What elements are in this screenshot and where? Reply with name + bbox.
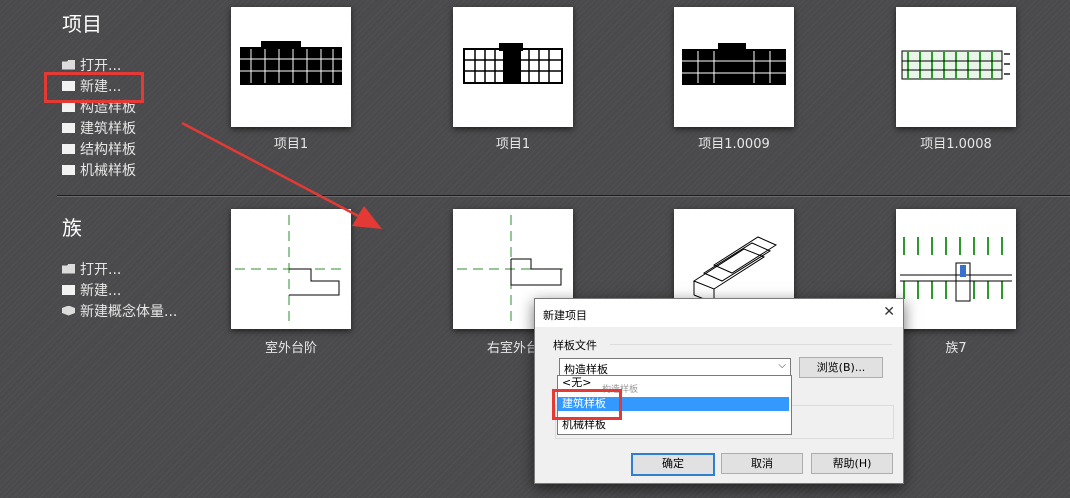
group-separator xyxy=(610,344,892,345)
project-thumbnail-label: 项目1 xyxy=(495,137,531,152)
dialog-title: 新建项目 xyxy=(543,309,587,322)
railing-elevation-icon xyxy=(900,237,1012,302)
family-thumbnail-label: 室外台阶 xyxy=(264,341,317,356)
close-icon[interactable]: ✕ xyxy=(883,304,895,320)
building-elevation-icon xyxy=(463,43,563,84)
projects-section-title: 项目 xyxy=(62,12,102,36)
new-conceptual-mass-link[interactable]: 新建概念体量... xyxy=(62,300,177,321)
browse-button[interactable]: 浏览(B)... xyxy=(799,357,883,378)
new-document-icon xyxy=(62,284,75,295)
new-link-highlight-box xyxy=(44,72,144,103)
cancel-button[interactable]: 取消 xyxy=(721,453,803,474)
template-option-construction[interactable]: 构造样板 xyxy=(598,383,788,397)
project-thumbnail-label: 项目1 xyxy=(273,137,309,152)
family-new-link[interactable]: 新建... xyxy=(62,279,177,300)
family-thumbnail[interactable] xyxy=(231,209,351,329)
architectural-option-highlight-box xyxy=(552,389,622,420)
architectural-template-link[interactable]: 建筑样板 xyxy=(62,117,136,138)
help-button[interactable]: 帮助(H) xyxy=(811,453,893,474)
template-icon xyxy=(62,122,75,133)
project-thumbnail[interactable] xyxy=(453,7,573,127)
project-thumbnail[interactable] xyxy=(674,7,794,127)
template-file-group-label: 样板文件 xyxy=(553,339,597,352)
building-elevation-icon xyxy=(901,50,1010,80)
building-elevation-icon xyxy=(682,43,786,85)
chevron-down-icon: ⌵ xyxy=(778,360,786,371)
families-link-list: 打开... 新建... 新建概念体量... xyxy=(62,258,177,321)
project-thumbnail[interactable] xyxy=(896,7,1016,127)
building-elevation-icon xyxy=(240,41,342,85)
ok-button[interactable]: 确定 xyxy=(631,453,715,476)
folder-icon xyxy=(62,263,75,274)
mechanical-template-link[interactable]: 机械样板 xyxy=(62,159,136,180)
template-icon xyxy=(62,143,75,154)
template-icon xyxy=(62,101,75,112)
structural-template-link[interactable]: 结构样板 xyxy=(62,138,136,159)
project-thumbnail-label: 项目1.0009 xyxy=(698,137,770,152)
family-open-link[interactable]: 打开... xyxy=(62,258,177,279)
family-thumbnail[interactable] xyxy=(896,209,1016,329)
project-thumbnail[interactable] xyxy=(231,7,351,127)
template-icon xyxy=(62,164,75,175)
folder-icon xyxy=(62,59,75,70)
project-thumbnail-label: 项目1.0008 xyxy=(920,137,992,152)
step-plan-icon xyxy=(235,215,347,323)
families-section-title: 族 xyxy=(62,216,82,240)
template-option-mechanical[interactable]: 机械样板 xyxy=(558,418,789,432)
section-divider xyxy=(57,195,1070,197)
mass-cube-icon xyxy=(62,305,75,316)
